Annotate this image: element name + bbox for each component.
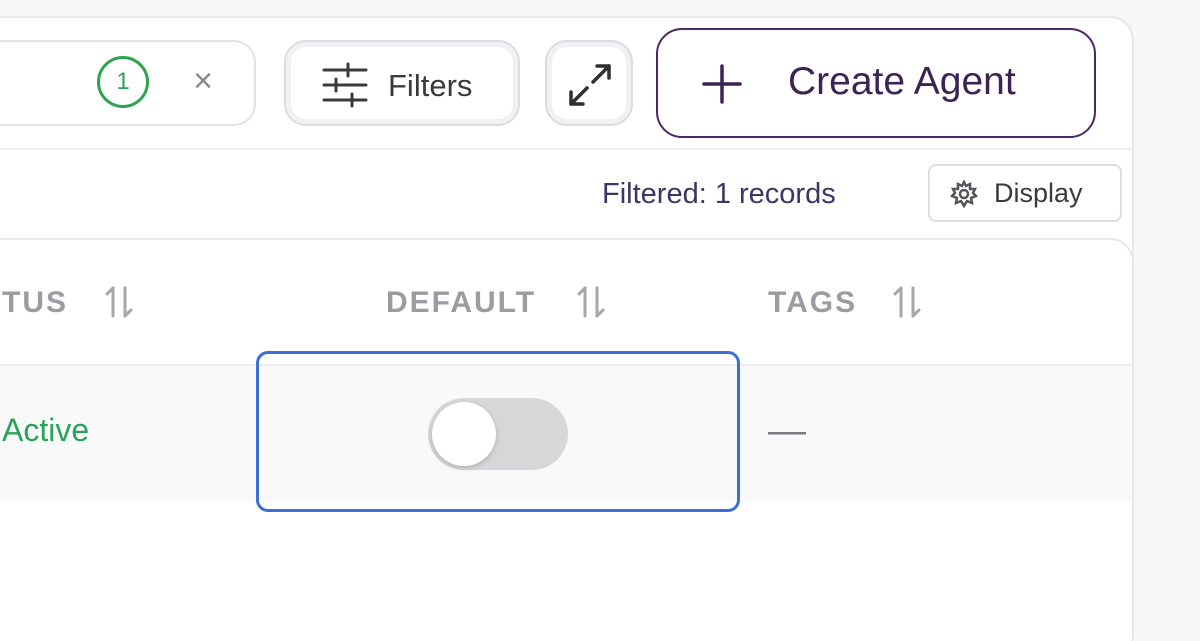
create-agent-label: Create Agent xyxy=(788,60,1016,103)
expand-button[interactable] xyxy=(545,40,633,126)
page: 1 × Filters Create Agent Filtered: 1 rec… xyxy=(0,0,1200,641)
focus-highlight xyxy=(256,351,740,512)
display-label: Display xyxy=(994,178,1083,208)
sort-icon[interactable] xyxy=(576,284,606,320)
display-button[interactable]: Display xyxy=(928,164,1122,222)
clear-icon[interactable]: × xyxy=(186,64,220,98)
plus-icon xyxy=(702,64,742,104)
status-cell: Active xyxy=(2,412,90,448)
tags-cell: — xyxy=(768,410,806,452)
sort-icon[interactable] xyxy=(104,284,134,320)
column-header-default[interactable]: DEFAULT xyxy=(386,286,536,320)
filtered-count-text: Filtered: 1 records xyxy=(602,178,836,210)
column-header-tags[interactable]: TAGS xyxy=(768,286,857,320)
filters-label: Filters xyxy=(388,68,473,103)
filter-count-badge: 1 xyxy=(97,56,149,108)
filters-button[interactable]: Filters xyxy=(284,40,520,126)
expand-icon xyxy=(569,64,611,106)
sort-icon[interactable] xyxy=(892,284,922,320)
sliders-icon xyxy=(322,62,368,108)
create-agent-button[interactable]: Create Agent xyxy=(656,28,1096,138)
gear-icon xyxy=(950,180,978,208)
column-header-status[interactable]: TUS xyxy=(2,286,68,320)
